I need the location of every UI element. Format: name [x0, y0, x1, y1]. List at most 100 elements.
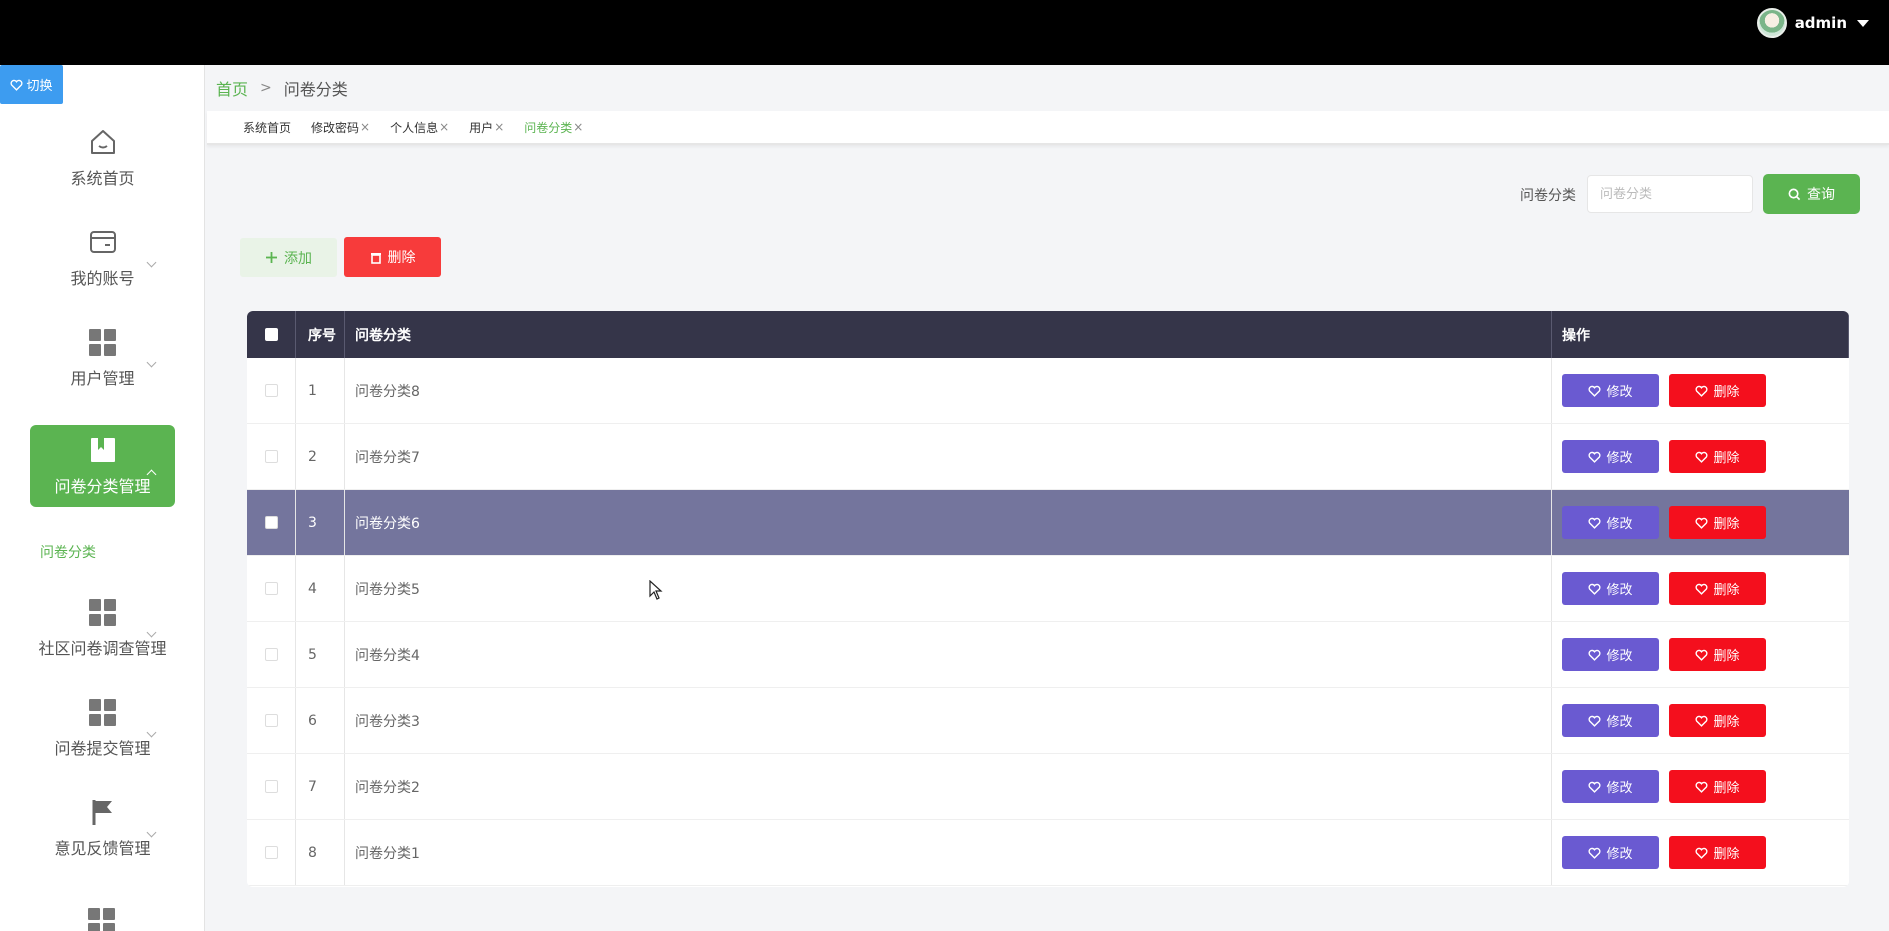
sidebar-item-account[interactable]: 我的账号 [30, 217, 175, 299]
row-no: 3 [296, 490, 345, 555]
heart-icon [1695, 649, 1709, 661]
row-checkbox[interactable] [264, 582, 278, 595]
tab-bar: 系统首页 修改密码 × 个人信息 × 用户 × 问卷分类 × [207, 111, 1889, 145]
search-label: 问卷分类 [1520, 188, 1576, 204]
row-checkbox[interactable] [264, 780, 278, 793]
sidebar-item-survey-submit[interactable]: 问卷提交管理 [30, 687, 175, 769]
table-row[interactable]: 3 问卷分类6 修改 删除 [247, 490, 1849, 556]
close-icon[interactable]: × [439, 120, 449, 134]
heart-icon [1588, 715, 1602, 727]
sidebar-item-home[interactable]: 系统首页 [30, 117, 175, 199]
breadcrumb: 首页 > 问卷分类 [216, 76, 348, 100]
tab-change-password[interactable]: 修改密码 × [311, 119, 370, 136]
delete-button[interactable]: 删除 [1669, 374, 1766, 407]
breadcrumb-current: 问卷分类 [283, 80, 348, 99]
tab-home[interactable]: 系统首页 [243, 119, 291, 136]
table-row[interactable]: 1 问卷分类8 修改 删除 [247, 358, 1849, 424]
delete-button[interactable]: 删除 [1669, 638, 1766, 671]
row-name: 问卷分类5 [345, 556, 1552, 621]
breadcrumb-home[interactable]: 首页 [216, 76, 248, 100]
sidebar-item-label: 系统首页 [70, 169, 135, 188]
sidebar-item-label: 问卷提交管理 [54, 739, 151, 758]
row-checkbox[interactable] [264, 516, 278, 529]
table-row[interactable]: 5 问卷分类4 修改 删除 [247, 622, 1849, 688]
heart-icon [1695, 385, 1709, 397]
sidebar-subitem-survey-category[interactable]: 问卷分类 [40, 542, 96, 562]
table-row[interactable]: 4 问卷分类5 修改 删除 [247, 556, 1849, 622]
batch-delete-label: 删除 [387, 250, 416, 266]
edit-button[interactable]: 修改 [1562, 374, 1659, 407]
search-icon [1788, 188, 1801, 200]
edit-button[interactable]: 修改 [1562, 506, 1659, 539]
flag-icon [88, 797, 118, 827]
sidebar-item-label: 我的账号 [70, 269, 135, 288]
edit-button[interactable]: 修改 [1562, 572, 1659, 605]
switch-button[interactable]: 切换 [0, 65, 63, 104]
row-actions: 修改 删除 [1552, 556, 1849, 621]
edit-label: 修改 [1606, 715, 1633, 730]
edit-button[interactable]: 修改 [1562, 836, 1659, 869]
close-icon[interactable]: × [494, 120, 504, 134]
heart-icon [1588, 649, 1602, 661]
close-icon[interactable]: × [360, 120, 370, 134]
row-name: 问卷分类1 [345, 820, 1552, 885]
add-button[interactable]: 添加 [240, 238, 337, 277]
sidebar-item-feedback[interactable]: 意见反馈管理 [30, 787, 175, 869]
sidebar-item-survey-category[interactable]: 问卷分类管理 [30, 425, 175, 507]
row-checkbox[interactable] [264, 714, 278, 727]
row-checkbox[interactable] [264, 450, 278, 463]
delete-button[interactable]: 删除 [1669, 506, 1766, 539]
edit-button[interactable]: 修改 [1562, 638, 1659, 671]
username: admin [1794, 14, 1847, 32]
row-actions: 修改 删除 [1552, 820, 1849, 885]
row-name: 问卷分类8 [345, 358, 1552, 423]
close-icon[interactable]: × [573, 120, 583, 134]
select-all-checkbox[interactable] [264, 328, 278, 341]
row-checkbox[interactable] [264, 648, 278, 661]
table-row[interactable]: 7 问卷分类2 修改 删除 [247, 754, 1849, 820]
tab-profile[interactable]: 个人信息 × [390, 119, 449, 136]
home-icon [88, 127, 118, 157]
search-button[interactable]: 查询 [1763, 174, 1860, 214]
avatar [1756, 8, 1787, 38]
delete-button[interactable]: 删除 [1669, 836, 1766, 869]
heart-icon [1588, 847, 1602, 859]
table-row[interactable]: 2 问卷分类7 修改 删除 [247, 424, 1849, 490]
row-no: 7 [296, 754, 345, 819]
delete-label: 删除 [1713, 385, 1740, 400]
add-button-label: 添加 [284, 250, 312, 267]
row-no: 5 [296, 622, 345, 687]
row-checkbox[interactable] [264, 384, 278, 397]
delete-button[interactable]: 删除 [1669, 572, 1766, 605]
sidebar-item-community-survey[interactable]: 社区问卷调查管理 [30, 587, 175, 669]
heart-icon [1695, 517, 1709, 529]
edit-label: 修改 [1606, 385, 1633, 400]
trash-icon [370, 252, 381, 264]
edit-button[interactable]: 修改 [1562, 440, 1659, 473]
header-no: 序号 [296, 311, 345, 358]
row-actions: 修改 删除 [1552, 490, 1849, 555]
row-checkbox[interactable] [264, 846, 278, 859]
delete-button[interactable]: 删除 [1669, 704, 1766, 737]
delete-button[interactable]: 删除 [1669, 440, 1766, 473]
delete-label: 删除 [1713, 451, 1740, 466]
tab-users[interactable]: 用户 × [469, 119, 504, 136]
batch-delete-button[interactable]: 删除 [344, 237, 441, 277]
sidebar-item-label: 意见反馈管理 [54, 839, 151, 858]
row-no: 4 [296, 556, 345, 621]
row-actions: 修改 删除 [1552, 622, 1849, 687]
caret-down-icon [1857, 19, 1869, 27]
tab-survey-category[interactable]: 问卷分类 × [524, 119, 583, 136]
edit-label: 修改 [1606, 451, 1633, 466]
edit-button[interactable]: 修改 [1562, 704, 1659, 737]
edit-button[interactable]: 修改 [1562, 770, 1659, 803]
delete-button[interactable]: 删除 [1669, 770, 1766, 803]
heart-icon [1588, 451, 1602, 463]
search-input[interactable] [1587, 175, 1753, 213]
user-menu[interactable]: admin [1756, 8, 1869, 38]
table-row[interactable]: 8 问卷分类1 修改 删除 [247, 820, 1849, 886]
table-row[interactable]: 6 问卷分类3 修改 删除 [247, 688, 1849, 754]
wallet-icon [88, 227, 118, 257]
sidebar-item-users[interactable]: 用户管理 [30, 317, 175, 399]
search-button-label: 查询 [1807, 187, 1835, 203]
